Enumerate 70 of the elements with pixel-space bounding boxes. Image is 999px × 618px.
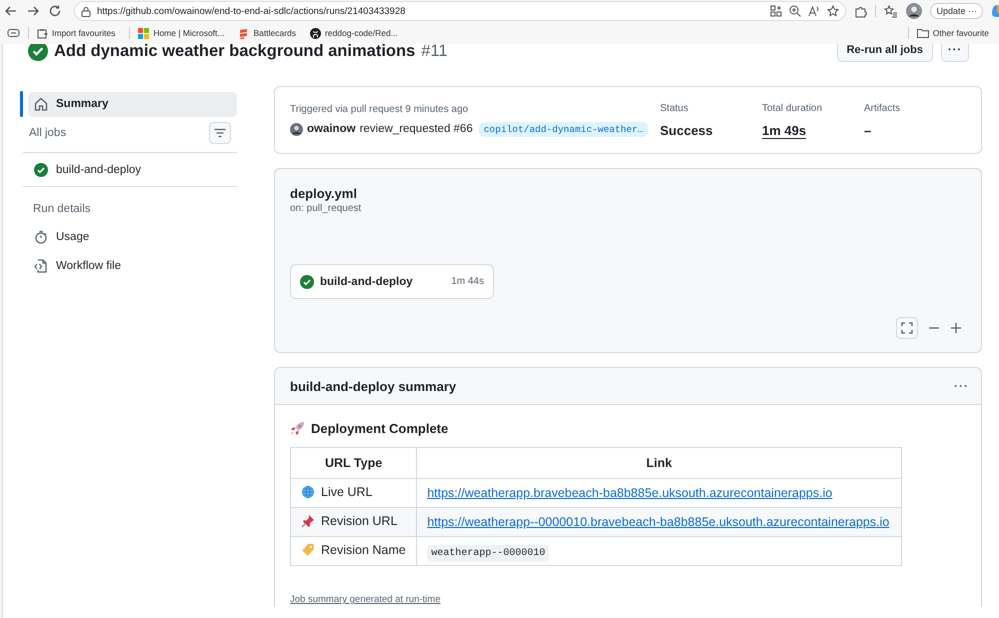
success-check-icon xyxy=(300,274,314,288)
duration-link[interactable]: 1m 49s xyxy=(762,122,864,138)
bookmark-folder[interactable]: Other favourite xyxy=(916,28,989,38)
stopwatch-icon xyxy=(34,230,48,244)
actor-name[interactable]: owainow xyxy=(307,123,356,135)
column-header: URL Type xyxy=(290,448,417,478)
collections-icon[interactable] xyxy=(7,28,20,38)
summary-title: build-and-deploy summary xyxy=(290,378,456,394)
trigger-text: Triggered via pull request 9 minutes ago xyxy=(290,104,470,114)
bookmark-link[interactable]: Battlecards xyxy=(238,28,296,38)
filter-icon[interactable] xyxy=(209,122,231,144)
fullscreen-icon[interactable] xyxy=(896,317,918,339)
flag-logo-icon xyxy=(238,28,250,38)
deployment-heading: Deployment Complete xyxy=(311,421,448,436)
artifacts-label: Artifacts xyxy=(864,102,902,114)
event-text: review_requested #66 xyxy=(360,123,473,135)
rerun-button[interactable]: Re-run all jobs xyxy=(836,44,933,62)
url-text: https://github.com/owainow/end-to-end-ai-sdlc/actions/runs/21403433928 xyxy=(97,6,406,16)
code-text: weatherapp--0000010 xyxy=(427,544,550,562)
column-header: Link xyxy=(416,448,902,478)
rocket-icon xyxy=(290,421,305,436)
zoom-icon[interactable] xyxy=(789,5,802,17)
globe-icon xyxy=(301,484,315,498)
footer-note-link[interactable]: Job summary generated at run-time xyxy=(290,594,440,605)
duration-label: Total duration xyxy=(762,102,824,114)
job-duration: 1m 44s xyxy=(451,276,484,287)
sidebar-item[interactable]: build-and-deploy xyxy=(28,157,237,182)
folder-icon xyxy=(916,28,929,38)
sidebar-item[interactable]: Workflow file xyxy=(28,253,237,278)
profile-avatar-icon[interactable] xyxy=(906,3,922,19)
update-button[interactable]: Update ··· xyxy=(930,3,983,19)
artifacts-value: – xyxy=(864,122,872,138)
favourites-icon[interactable] xyxy=(884,4,898,18)
pushpin-icon xyxy=(301,514,315,528)
section-label: Run details xyxy=(32,202,92,217)
status-label: Status xyxy=(660,102,690,114)
job-node[interactable]: build-and-deploy 1m 44s xyxy=(290,264,494,299)
forward-icon[interactable] xyxy=(26,4,40,18)
workflow-trigger: on: pull_request xyxy=(290,203,362,214)
favourite-star-icon[interactable] xyxy=(827,5,840,17)
import-icon xyxy=(37,28,48,38)
reload-icon[interactable] xyxy=(48,4,62,18)
windows-logo-icon xyxy=(138,28,150,38)
sidebar-item[interactable]: Summary xyxy=(28,92,237,116)
job-name: build-and-deploy xyxy=(320,276,414,288)
more-button[interactable]: ··· xyxy=(954,379,969,393)
file-code-icon xyxy=(34,258,48,272)
table-cell: Revision URL xyxy=(301,514,398,528)
bookmark-link[interactable]: Import favourites xyxy=(37,28,116,38)
sidebar-item[interactable]: Usage xyxy=(28,224,237,249)
success-check-icon xyxy=(34,162,48,176)
extensions-icon[interactable] xyxy=(854,4,868,18)
tag-icon xyxy=(301,542,315,556)
bookmark-link[interactable]: Home | Microsoft... xyxy=(138,28,224,38)
apps-icon[interactable] xyxy=(770,5,782,17)
lock-icon xyxy=(81,6,91,16)
more-button[interactable]: ··· xyxy=(941,44,969,62)
table-cell: Live URL xyxy=(301,484,372,498)
branch-label[interactable]: copilot/add-dynamic-weather… xyxy=(478,122,648,136)
status-value: Success xyxy=(660,122,714,138)
back-icon[interactable] xyxy=(4,4,18,18)
section-label: All jobs xyxy=(29,127,66,139)
run-number: #11 xyxy=(421,44,448,60)
table-cell: Revision Name xyxy=(301,542,406,556)
home-icon xyxy=(34,97,48,111)
bookmark-link[interactable]: reddog-code/Red... xyxy=(310,28,398,38)
avatar-icon xyxy=(290,122,303,136)
address-bar[interactable]: https://github.com/owainow/end-to-end-ai-sdlc/actions/runs/21403433928 xyxy=(74,1,846,21)
read-aloud-icon[interactable] xyxy=(808,5,820,17)
workflow-file-name: deploy.yml xyxy=(290,186,358,201)
